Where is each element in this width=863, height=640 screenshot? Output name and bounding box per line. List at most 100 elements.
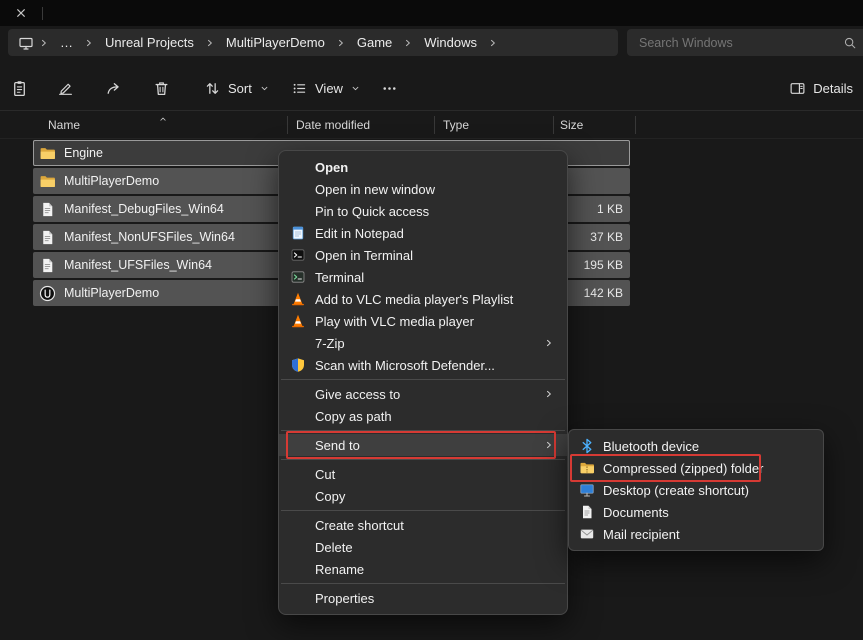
breadcrumb[interactable]: … Unreal Projects MultiPlayerDemo Game Wind… [8, 29, 618, 56]
menu-item-label: Create shortcut [315, 518, 404, 533]
menu-item-cut[interactable]: Cut [279, 463, 567, 485]
menu-item-label: Desktop (create shortcut) [603, 483, 749, 498]
menu-item-label: Play with VLC media player [315, 314, 474, 329]
menu-item-play-with-vlc-media-player[interactable]: Play with VLC media player [279, 310, 567, 332]
chevron-right-icon[interactable] [204, 37, 216, 49]
details-button[interactable]: Details [781, 71, 861, 105]
file-size: 142 KB [584, 286, 623, 300]
desktop-icon [579, 482, 595, 498]
menu-item-scan-with-microsoft-defender[interactable]: Scan with Microsoft Defender... [279, 354, 567, 376]
menu-separator [281, 430, 565, 431]
sort-label: Sort [228, 81, 252, 96]
breadcrumb-ellipsis[interactable]: … [54, 35, 79, 50]
menu-item-properties[interactable]: Properties [279, 587, 567, 609]
menu-item-label: Send to [315, 438, 360, 453]
menu-item-bluetooth-device[interactable]: Bluetooth device [569, 435, 823, 457]
column-header-size[interactable]: Size [560, 118, 583, 132]
column-separator[interactable] [635, 116, 636, 134]
menu-item-send-to[interactable]: Send to [279, 434, 567, 456]
folder-icon [39, 145, 56, 162]
menu-item-label: Open in new window [315, 182, 435, 197]
breadcrumb-item-multiplayerdemo[interactable]: MultiPlayerDemo [220, 35, 331, 50]
chevron-right-icon[interactable] [83, 37, 95, 49]
titlebar [0, 0, 863, 26]
column-headers: Name Date modified Type Size [0, 112, 863, 139]
this-pc-icon[interactable] [18, 35, 34, 51]
menu-item-copy[interactable]: Copy [279, 485, 567, 507]
chevron-down-icon [259, 83, 270, 94]
bluetooth-icon [579, 438, 595, 454]
menu-item-give-access-to[interactable]: Give access to [279, 383, 567, 405]
chevron-right-icon[interactable] [487, 37, 499, 49]
file-name: MultiPlayerDemo [64, 174, 159, 188]
menu-item-7-zip[interactable]: 7-Zip [279, 332, 567, 354]
vlc-icon [290, 313, 306, 329]
menu-item-open-in-terminal[interactable]: Open in Terminal [279, 244, 567, 266]
menu-item-delete[interactable]: Delete [279, 536, 567, 558]
menu-item-label: Copy as path [315, 409, 392, 424]
menu-item-open[interactable]: Open [279, 156, 567, 178]
share-button[interactable] [96, 71, 130, 105]
column-header-name[interactable]: Name [48, 118, 80, 132]
chevron-right-icon[interactable] [335, 37, 347, 49]
column-separator[interactable] [553, 116, 554, 134]
context-menu: Open Open in new window Pin to Quick acces… [278, 150, 568, 615]
menu-item-desktop-create-shortcut[interactable]: Desktop (create shortcut) [569, 479, 823, 501]
menu-item-mail-recipient[interactable]: Mail recipient [569, 523, 823, 545]
breadcrumb-items: Unreal Projects MultiPlayerDemo Game Window… [99, 35, 503, 50]
unreal-icon [39, 285, 56, 302]
column-separator[interactable] [434, 116, 435, 134]
paste-icon [11, 80, 28, 97]
breadcrumb-item-windows[interactable]: Windows [418, 35, 483, 50]
menu-item-terminal[interactable]: Terminal [279, 266, 567, 288]
menu-item-label: Cut [315, 467, 335, 482]
menu-item-documents[interactable]: Documents [569, 501, 823, 523]
search-input[interactable] [627, 36, 843, 50]
menu-separator [281, 510, 565, 511]
column-separator[interactable] [287, 116, 288, 134]
sort-button[interactable]: Sort [196, 71, 278, 105]
paste-button[interactable] [2, 71, 36, 105]
column-header-type[interactable]: Type [443, 118, 469, 132]
terminal-icon [290, 247, 306, 263]
rename-icon [57, 80, 74, 97]
file-icon [39, 257, 56, 274]
address-row: … Unreal Projects MultiPlayerDemo Game Wind… [0, 26, 863, 58]
search-icon[interactable] [843, 36, 857, 50]
file-size: 1 KB [597, 202, 623, 216]
delete-button[interactable] [144, 71, 178, 105]
more-options-button[interactable] [372, 71, 406, 105]
defender-shield-icon [290, 357, 306, 373]
search-box[interactable] [627, 29, 863, 56]
menu-item-rename[interactable]: Rename [279, 558, 567, 580]
breadcrumb-item-game[interactable]: Game [351, 35, 398, 50]
details-label: Details [813, 81, 853, 96]
menu-item-edit-in-notepad[interactable]: Edit in Notepad [279, 222, 567, 244]
file-size: 37 KB [590, 230, 623, 244]
menu-item-label: Mail recipient [603, 527, 680, 542]
folder-icon [39, 173, 56, 190]
menu-item-label: Properties [315, 591, 374, 606]
menu-item-label: 7-Zip [315, 336, 345, 351]
breadcrumb-item-unreal-projects[interactable]: Unreal Projects [99, 35, 200, 50]
notepad-icon [290, 225, 306, 241]
menu-item-create-shortcut[interactable]: Create shortcut [279, 514, 567, 536]
menu-item-label: Add to VLC media player's Playlist [315, 292, 513, 307]
menu-item-open-in-new-window[interactable]: Open in new window [279, 178, 567, 200]
chevron-right-icon[interactable] [38, 37, 50, 49]
menu-item-pin-to-quick-access[interactable]: Pin to Quick access [279, 200, 567, 222]
tab-close-icon[interactable] [14, 6, 28, 20]
menu-item-copy-as-path[interactable]: Copy as path [279, 405, 567, 427]
view-button[interactable]: View [283, 71, 369, 105]
column-header-date-modified[interactable]: Date modified [296, 118, 370, 132]
menu-item-add-to-vlc-media-player-s-playlist[interactable]: Add to VLC media player's Playlist [279, 288, 567, 310]
file-name: Engine [64, 146, 103, 160]
trash-icon [153, 80, 170, 97]
share-icon [105, 80, 122, 97]
file-icon [39, 229, 56, 246]
menu-item-compressed-zipped-folder[interactable]: Compressed (zipped) folder [569, 457, 823, 479]
view-icon [291, 80, 308, 97]
terminal2-icon [290, 269, 306, 285]
chevron-right-icon[interactable] [402, 37, 414, 49]
rename-button[interactable] [48, 71, 82, 105]
